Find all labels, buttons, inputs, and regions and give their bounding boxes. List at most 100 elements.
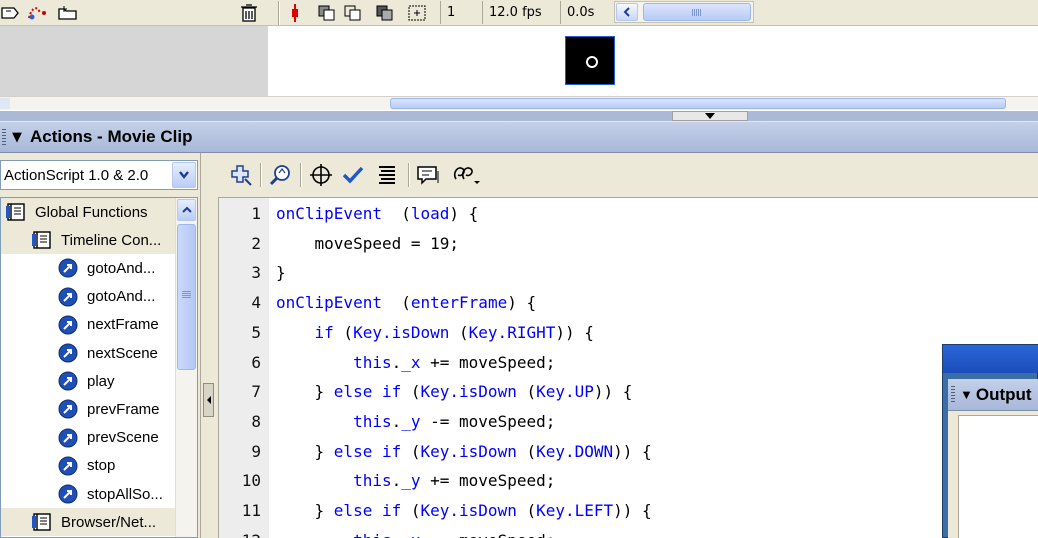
function-icon: [57, 314, 79, 336]
modify-onion-markers-icon[interactable]: [406, 2, 428, 24]
code-keyword: this: [353, 531, 392, 538]
script-toolbar: [218, 153, 1038, 195]
toolbox-item[interactable]: stopAllSo...: [1, 480, 176, 508]
code-line[interactable]: }: [276, 258, 286, 288]
collapse-triangle-icon[interactable]: ▼: [12, 130, 22, 146]
panel-grip-icon[interactable]: [2, 129, 6, 147]
code-line[interactable]: onClipEvent (load) {: [276, 199, 478, 229]
toolbox-item[interactable]: Timeline Con...: [1, 226, 176, 255]
toolbox-scroll-thumb[interactable]: [177, 224, 196, 370]
onion-skin-icon[interactable]: [316, 2, 338, 24]
toolbox-item[interactable]: prevScene: [1, 424, 176, 452]
output-panel-title: Output: [975, 384, 1032, 404]
code-text: (: [401, 501, 421, 520]
code-keyword: onClipEvent: [276, 293, 382, 313]
center-frame-icon[interactable]: [284, 2, 306, 24]
output-window-titlebar[interactable]: [943, 345, 1038, 373]
code-keyword: Key.DOWN: [536, 441, 614, 461]
pasteboard: [0, 26, 268, 96]
toolbox-item[interactable]: stop: [1, 452, 176, 480]
auto-format-icon[interactable]: [374, 162, 400, 188]
onion-skin-outlines-icon[interactable]: [342, 2, 364, 24]
toolbox-item[interactable]: gotoAnd...: [1, 283, 176, 311]
code-line[interactable]: this._x -= moveSpeed;: [276, 526, 555, 538]
panel-grip-icon[interactable]: [951, 385, 955, 404]
code-keyword: Key.RIGHT: [468, 322, 556, 342]
code-text: -= moveSpeed;: [420, 411, 556, 431]
chevron-down-icon[interactable]: [172, 162, 196, 188]
code-text: (: [333, 322, 354, 342]
code-text: )) {: [593, 382, 633, 402]
code-text: }: [276, 501, 334, 520]
code-line[interactable]: if (Key.isDown (Key.RIGHT)) {: [276, 318, 594, 348]
code-line[interactable]: this._x += moveSpeed;: [276, 348, 555, 378]
timeline-horizontal-scrollbar[interactable]: [614, 1, 754, 23]
code-line[interactable]: onClipEvent (enterFrame) {: [276, 288, 536, 318]
line-number: 3: [251, 263, 261, 283]
show-code-hint-icon[interactable]: [416, 162, 442, 188]
panel-splitter[interactable]: [0, 110, 1038, 121]
collapse-down-icon: [705, 113, 715, 119]
scroll-left-icon[interactable]: [616, 3, 638, 21]
output-text-area[interactable]: [958, 415, 1038, 538]
insert-target-path-icon[interactable]: [308, 162, 334, 188]
toolbox-vertical-scrollbar[interactable]: [175, 198, 197, 537]
code-line[interactable]: moveSpeed = 19;: [276, 229, 460, 259]
toolbox-item[interactable]: Browser/Net...: [1, 508, 176, 537]
timeline-scroll-thumb[interactable]: [643, 3, 751, 21]
code-keyword: Key.isDown: [420, 382, 517, 402]
code-line[interactable]: this._y -= moveSpeed;: [276, 407, 555, 437]
code-text: }: [276, 441, 334, 461]
add-motion-guide-icon[interactable]: [26, 2, 52, 24]
code-keyword: this: [353, 471, 392, 491]
collapse-triangle-icon[interactable]: ▼: [960, 387, 973, 402]
code-keyword: else if: [333, 501, 402, 520]
code-text: += moveSpeed;: [420, 471, 556, 491]
scroll-up-icon[interactable]: [177, 199, 196, 221]
toolbox-item-label: stopAllSo...: [87, 485, 163, 503]
insert-layer-icon[interactable]: [0, 2, 22, 24]
actions-panel-header[interactable]: ▼ Actions - Movie Clip: [0, 121, 1038, 153]
output-panel-header[interactable]: ▼ Output: [948, 379, 1038, 411]
frame-rate-field: 12.0 fps: [482, 1, 558, 24]
insert-folder-icon[interactable]: [56, 2, 82, 24]
code-text: )) {: [613, 441, 652, 461]
code-keyword: Key.isDown: [420, 441, 517, 461]
toolbox-item[interactable]: nextFrame: [1, 311, 176, 339]
language-select[interactable]: ActionScript 1.0 & 2.0: [0, 160, 198, 190]
code-line[interactable]: } else if (Key.isDown (Key.LEFT)) {: [276, 496, 652, 526]
toolbox-item[interactable]: play: [1, 367, 176, 395]
actions-toolbox: Global Functions Timeline Con... gotoAnd..…: [0, 197, 198, 538]
edit-multiple-frames-icon[interactable]: [374, 2, 396, 24]
function-icon: [57, 286, 79, 308]
stage-scroll-left[interactable]: [0, 98, 10, 109]
toolbox-item[interactable]: prevFrame: [1, 395, 176, 423]
toolbox-item[interactable]: nextScene: [1, 339, 176, 367]
delete-layer-icon[interactable]: [238, 2, 260, 24]
code-text: ) {: [507, 293, 537, 313]
code-line[interactable]: } else if (Key.isDown (Key.DOWN)) {: [276, 437, 652, 467]
script-editor[interactable]: 123456789101112 onClipEvent (load) { mov…: [218, 197, 1038, 538]
toolbox-item[interactable]: gotoAnd...: [1, 254, 176, 282]
toolbox-item[interactable]: Global Functions: [1, 198, 176, 226]
splitter-handle[interactable]: [672, 111, 748, 121]
stage-horizontal-scrollbar[interactable]: [0, 96, 1038, 110]
collapse-left-pane-icon[interactable]: [203, 383, 214, 417]
code-text: (: [401, 382, 421, 402]
find-icon[interactable]: [268, 162, 294, 188]
line-number: 6: [251, 352, 261, 372]
code-line[interactable]: } else if (Key.isDown (Key.UP)) {: [276, 377, 633, 407]
debug-options-icon[interactable]: [452, 162, 484, 188]
add-statement-icon[interactable]: [228, 162, 254, 188]
line-number: 2: [251, 233, 261, 253]
line-number: 4: [251, 293, 261, 313]
code-line[interactable]: this._y += moveSpeed;: [276, 466, 555, 496]
stage-scroll-thumb[interactable]: [390, 98, 1006, 109]
code-text: ) {: [449, 204, 479, 223]
pane-divider[interactable]: [200, 153, 216, 538]
check-syntax-icon[interactable]: [340, 162, 366, 188]
code-keyword: else if: [333, 441, 402, 461]
selected-movie-clip[interactable]: [565, 36, 615, 85]
